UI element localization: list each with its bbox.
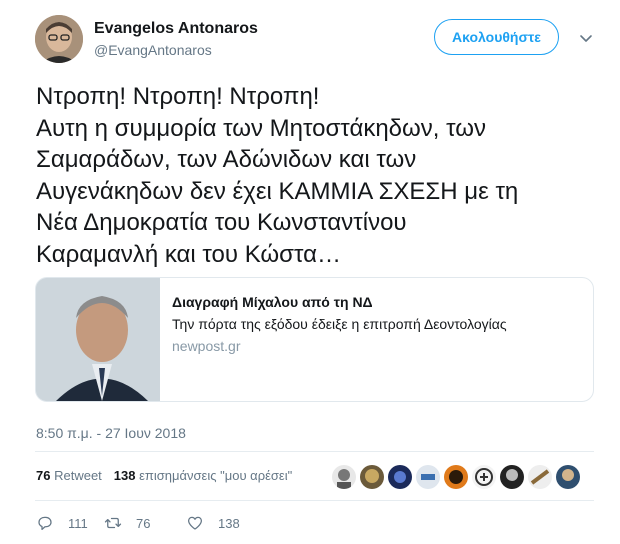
like-label: επισημάνσεις "μου αρέσει" [139, 468, 293, 483]
retweet-action-count: 76 [136, 515, 151, 531]
liker-avatar[interactable] [388, 465, 412, 489]
follow-button[interactable]: Ακολουθήστε [434, 19, 559, 55]
liker-avatar[interactable] [416, 465, 440, 489]
tweet-text-line: Ντροπη! Ντροπη! Ντροπη! [36, 83, 320, 110]
tweet-timestamp[interactable]: 8:50 π.μ. - 27 Ιουν 2018 [36, 425, 186, 441]
tweet-text: Ντροπη! Ντροπη! Ντροπη! Αυτη η συμμορία … [36, 81, 596, 270]
card-description: Την πόρτα της εξόδου έδειξε η επιτροπή Δ… [172, 316, 507, 332]
like-stat[interactable]: 138 επισημάνσεις "μου αρέσει" [114, 468, 292, 483]
retweet-count: 76 [36, 468, 51, 483]
avatar-photo [35, 15, 83, 63]
liker-avatar[interactable] [444, 465, 468, 489]
tweet-stats: 76 Retweet 138 επισημάνσεις "μου αρέσει" [36, 468, 292, 483]
liker-avatar[interactable] [332, 465, 356, 489]
card-domain: newpost.gr [172, 338, 241, 354]
user-name[interactable]: Evangelos Antonaros [94, 20, 258, 38]
liker-avatar[interactable] [556, 465, 580, 489]
avatar[interactable] [35, 15, 83, 63]
likers-avatars [332, 465, 580, 489]
divider [35, 500, 594, 501]
user-handle[interactable]: @EvangAntonaros [94, 42, 212, 58]
chevron-down-icon[interactable] [578, 30, 594, 46]
retweet-stat[interactable]: 76 Retweet [36, 468, 102, 483]
tweet-actions: 111 76 138 [36, 514, 240, 532]
liker-avatar[interactable] [500, 465, 524, 489]
card-thumbnail [36, 278, 160, 401]
reply-icon [38, 516, 52, 531]
tweet-text-line: Αυγενάκηδων δεν έχει ΚΑΜΜΙΑ ΣΧΕΣΗ με τη [36, 177, 519, 205]
liker-avatar[interactable] [360, 465, 384, 489]
retweet-icon [104, 517, 122, 529]
liker-avatar[interactable] [528, 465, 552, 489]
link-card[interactable]: Διαγραφή Μίχαλου από τη ΝΔ Την πόρτα της… [35, 277, 594, 402]
like-button[interactable]: 138 [186, 514, 240, 532]
retweet-label: Retweet [54, 468, 102, 483]
tweet-text-line: Σαμαράδων, των Αδώνιδων και των [36, 146, 417, 173]
tweet-text-line: Αυτη η συμμορία των Μητοστάκηδων, των [36, 114, 486, 142]
reply-count: 111 [68, 515, 88, 531]
like-action-count: 138 [218, 515, 240, 531]
liker-avatar[interactable] [472, 465, 496, 489]
retweet-button[interactable]: 76 [104, 514, 186, 532]
tweet-text-line: Καραμανλή και του Κώστα… [36, 240, 341, 268]
heart-icon [187, 516, 203, 530]
tweet-text-line: Νέα Δημοκρατία του Κωνσταντίνου [36, 209, 407, 236]
divider [35, 451, 594, 452]
reply-button[interactable]: 111 [36, 514, 104, 532]
card-title: Διαγραφή Μίχαλου από τη ΝΔ [172, 294, 373, 310]
like-count: 138 [113, 468, 136, 483]
